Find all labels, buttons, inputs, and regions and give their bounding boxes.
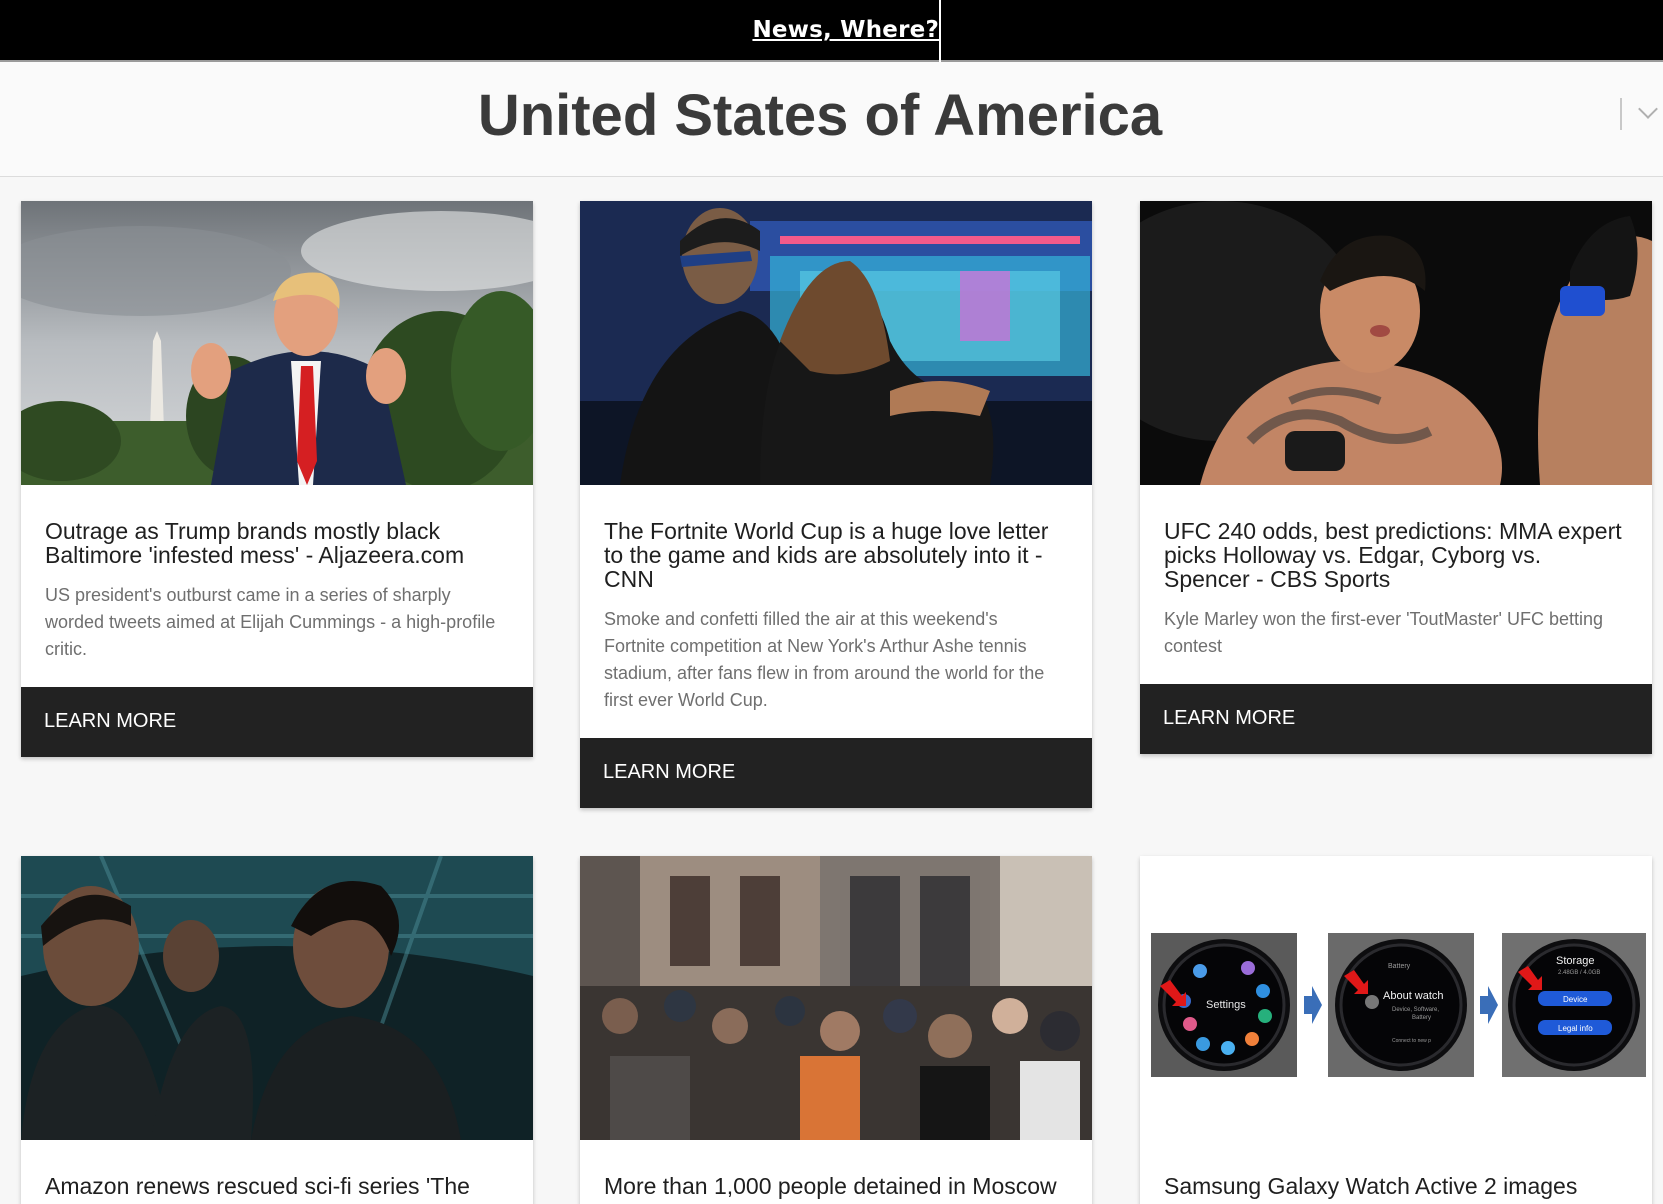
article-description: Smoke and confetti filled the air at thi… <box>604 609 1045 710</box>
learn-more-button[interactable]: LEARN MORE <box>1140 684 1652 754</box>
article-title[interactable]: The Fortnite World Cup is a huge love le… <box>604 519 1072 591</box>
storage-label: Storage <box>1556 955 1595 967</box>
article-title[interactable]: Samsung Galaxy Watch Active 2 images <box>1164 1174 1632 1198</box>
settings-label: Settings <box>1206 999 1246 1011</box>
article-image[interactable] <box>580 856 1092 1140</box>
about-sub-label: Battery <box>1412 1015 1431 1021</box>
chevron-down-icon[interactable] <box>1638 99 1658 119</box>
header-divider <box>939 0 941 62</box>
article-description: Kyle Marley won the first-ever 'ToutMast… <box>1164 609 1604 656</box>
battery-label: Battery <box>1388 963 1411 970</box>
expanse-photo <box>21 856 533 1140</box>
moscow-protest-photo <box>580 856 1092 1140</box>
article-title[interactable]: More than 1,000 people detained in Mosco… <box>604 1174 1072 1198</box>
about-sub-label: Device, Software, <box>1392 1007 1439 1013</box>
learn-more-button[interactable]: LEARN MORE <box>21 687 533 757</box>
article-title[interactable]: UFC 240 odds, best predictions: MMA expe… <box>1164 519 1632 591</box>
connect-label: Connect to new p <box>1392 1038 1431 1044</box>
article-card: UFC 240 odds, best predictions: MMA expe… <box>1140 201 1652 754</box>
legal-label: Legal info <box>1558 1024 1593 1033</box>
fortnite-photo <box>580 201 1092 485</box>
ufc-photo <box>1140 201 1652 485</box>
article-card: Amazon renews rescued sci-fi series 'The <box>21 856 533 1204</box>
learn-more-button[interactable]: LEARN MORE <box>580 738 1092 808</box>
article-card: Settings Battery About watch Device, Sof… <box>1140 856 1652 1204</box>
device-label: Device <box>1563 995 1588 1004</box>
article-image[interactable]: Settings Battery About watch Device, Sof… <box>1140 856 1652 1140</box>
article-image[interactable] <box>21 201 533 485</box>
article-image[interactable] <box>580 201 1092 485</box>
article-description: US president's outburst came in a series… <box>45 585 496 659</box>
storage-value: 2.48GB / 4.0GB <box>1558 970 1600 976</box>
selector-separator <box>1620 98 1622 130</box>
article-title[interactable]: Amazon renews rescued sci-fi series 'The <box>45 1174 513 1198</box>
country-bar: United States of America <box>0 62 1663 177</box>
article-image[interactable] <box>21 856 533 1140</box>
top-bar: News, Where? <box>0 0 1663 62</box>
about-watch-label: About watch <box>1383 990 1444 1002</box>
article-title[interactable]: Outrage as Trump brands mostly black Bal… <box>45 519 513 567</box>
article-image[interactable] <box>1140 201 1652 485</box>
article-card: Outrage as Trump brands mostly black Bal… <box>21 201 533 757</box>
country-title: United States of America <box>477 83 1163 148</box>
article-card: More than 1,000 people detained in Mosco… <box>580 856 1092 1204</box>
trump-photo <box>21 201 533 485</box>
article-card: The Fortnite World Cup is a huge love le… <box>580 201 1092 808</box>
galaxy-watch-screens: Settings Battery About watch Device, Sof… <box>1140 856 1652 1140</box>
brand-link[interactable]: News, Where? <box>752 17 939 43</box>
